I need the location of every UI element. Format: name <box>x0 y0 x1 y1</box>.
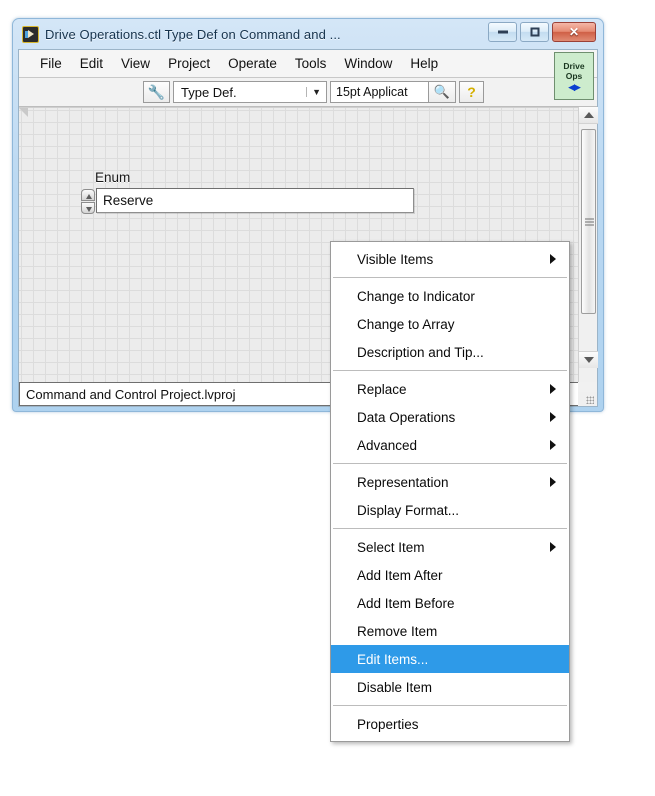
search-icon[interactable]: 🔍 <box>428 81 456 103</box>
connector-arrows-icon: ◀▶ <box>568 81 581 92</box>
enum-value-field[interactable]: Reserve <box>96 188 414 213</box>
font-selector[interactable]: 15pt Applicat <box>330 81 428 103</box>
context-menu-item-representation[interactable]: Representation <box>331 468 569 496</box>
decrement-arrow-icon[interactable] <box>81 202 95 214</box>
context-menu-item-label: Advanced <box>357 437 418 453</box>
menu-item-window[interactable]: Window <box>335 56 401 71</box>
menu-item-edit[interactable]: Edit <box>71 56 112 71</box>
context-menu-item-label: Visible Items <box>357 251 434 267</box>
status-bar-text: Command and Control Project.lvproj <box>26 386 236 402</box>
context-menu-item-edit-items[interactable]: Edit Items... <box>331 645 569 673</box>
context-menu[interactable]: Visible Items Change to Indicator Change… <box>330 241 570 742</box>
screen-root: Drive Operations.ctl Type Def on Command… <box>0 0 655 796</box>
increment-arrow-icon[interactable] <box>81 189 95 201</box>
context-menu-item-label: Display Format... <box>357 502 460 518</box>
context-menu-item-label: Edit Items... <box>357 651 429 667</box>
close-icon: ✕ <box>568 25 580 39</box>
context-menu-item-visible-items[interactable]: Visible Items <box>331 245 569 273</box>
submenu-arrow-icon <box>550 477 556 487</box>
restore-button[interactable] <box>520 22 549 42</box>
context-menu-item-label: Representation <box>357 474 449 490</box>
context-menu-separator <box>333 528 567 529</box>
context-menu-item-change-to-array[interactable]: Change to Array <box>331 310 569 338</box>
submenu-arrow-icon <box>550 440 556 450</box>
menu-bar: File Edit View Project Operate Tools Win… <box>19 50 597 78</box>
scroll-up-arrow-icon[interactable] <box>579 107 598 124</box>
context-menu-item-change-to-indicator[interactable]: Change to Indicator <box>331 282 569 310</box>
window-titlebar[interactable]: Drive Operations.ctl Type Def on Command… <box>18 19 598 49</box>
window-title: Drive Operations.ctl Type Def on Command… <box>45 26 341 42</box>
scroll-down-arrow-icon[interactable] <box>579 351 598 368</box>
context-menu-item-label: Data Operations <box>357 409 456 425</box>
context-menu-item-label: Change to Array <box>357 316 455 332</box>
typedef-status-dropdown[interactable]: Type Def. ▼ <box>173 81 327 103</box>
submenu-arrow-icon <box>550 542 556 552</box>
minimize-button[interactable] <box>488 22 517 42</box>
wrench-icon[interactable]: 🔧 <box>143 81 170 103</box>
context-menu-item-label: Description and Tip... <box>357 344 484 360</box>
connector-pane-line1: Drive <box>563 60 585 71</box>
context-menu-item-description-and-tip[interactable]: Description and Tip... <box>331 338 569 366</box>
enum-label: Enum <box>95 170 131 185</box>
context-menu-item-add-item-after[interactable]: Add Item After <box>331 561 569 589</box>
typedef-status-value: Type Def. <box>181 84 237 100</box>
enum-control[interactable]: Reserve <box>81 188 414 214</box>
context-menu-item-disable-item[interactable]: Disable Item <box>331 673 569 701</box>
menu-item-operate[interactable]: Operate <box>219 56 286 71</box>
context-menu-separator <box>333 463 567 464</box>
context-menu-separator <box>333 705 567 706</box>
submenu-arrow-icon <box>550 254 556 264</box>
menu-item-file[interactable]: File <box>31 56 71 71</box>
submenu-arrow-icon <box>550 412 556 422</box>
restore-icon <box>530 27 539 37</box>
context-menu-item-add-item-before[interactable]: Add Item Before <box>331 589 569 617</box>
vertical-scrollbar[interactable] <box>578 107 598 382</box>
resize-grip[interactable] <box>578 392 597 406</box>
resize-grip-icon <box>586 396 594 404</box>
context-menu-item-display-format[interactable]: Display Format... <box>331 496 569 524</box>
menu-item-view[interactable]: View <box>112 56 159 71</box>
menu-item-project[interactable]: Project <box>159 56 219 71</box>
help-icon[interactable]: ? <box>459 81 484 103</box>
context-menu-item-advanced[interactable]: Advanced <box>331 431 569 459</box>
toolbar: 🔧 Type Def. ▼ 15pt Applicat 🔍 ? <box>19 78 597 107</box>
menu-item-tools[interactable]: Tools <box>286 56 336 71</box>
connector-pane-button[interactable]: Drive Ops ◀▶ <box>554 52 594 100</box>
connector-pane-line2: Ops <box>565 70 583 81</box>
context-menu-separator <box>333 277 567 278</box>
context-menu-item-label: Change to Indicator <box>357 288 475 304</box>
submenu-arrow-icon <box>550 384 556 394</box>
context-menu-item-properties[interactable]: Properties <box>331 710 569 738</box>
context-menu-item-label: Replace <box>357 381 407 397</box>
context-menu-item-data-operations[interactable]: Data Operations <box>331 403 569 431</box>
font-zoom-group: 15pt Applicat 🔍 <box>330 81 456 103</box>
context-menu-item-replace[interactable]: Replace <box>331 375 569 403</box>
context-menu-item-select-item[interactable]: Select Item <box>331 533 569 561</box>
close-button[interactable]: ✕ <box>552 22 596 42</box>
context-menu-separator <box>333 370 567 371</box>
context-menu-item-label: Properties <box>357 716 419 732</box>
scrollbar-grip-icon <box>585 218 594 225</box>
labview-icon <box>22 25 39 43</box>
enum-spinner[interactable] <box>81 189 96 214</box>
chevron-down-icon: ▼ <box>306 87 324 97</box>
context-menu-item-remove-item[interactable]: Remove Item <box>331 617 569 645</box>
context-menu-item-label: Remove Item <box>357 623 438 639</box>
context-menu-item-label: Disable Item <box>357 679 433 695</box>
context-menu-item-label: Add Item After <box>357 567 443 583</box>
context-menu-item-label: Add Item Before <box>357 595 455 611</box>
menu-item-help[interactable]: Help <box>401 56 447 71</box>
scrollbar-thumb[interactable] <box>581 129 596 314</box>
minimize-icon <box>497 30 508 34</box>
context-menu-item-label: Select Item <box>357 539 425 555</box>
window-controls: ✕ <box>488 22 596 42</box>
